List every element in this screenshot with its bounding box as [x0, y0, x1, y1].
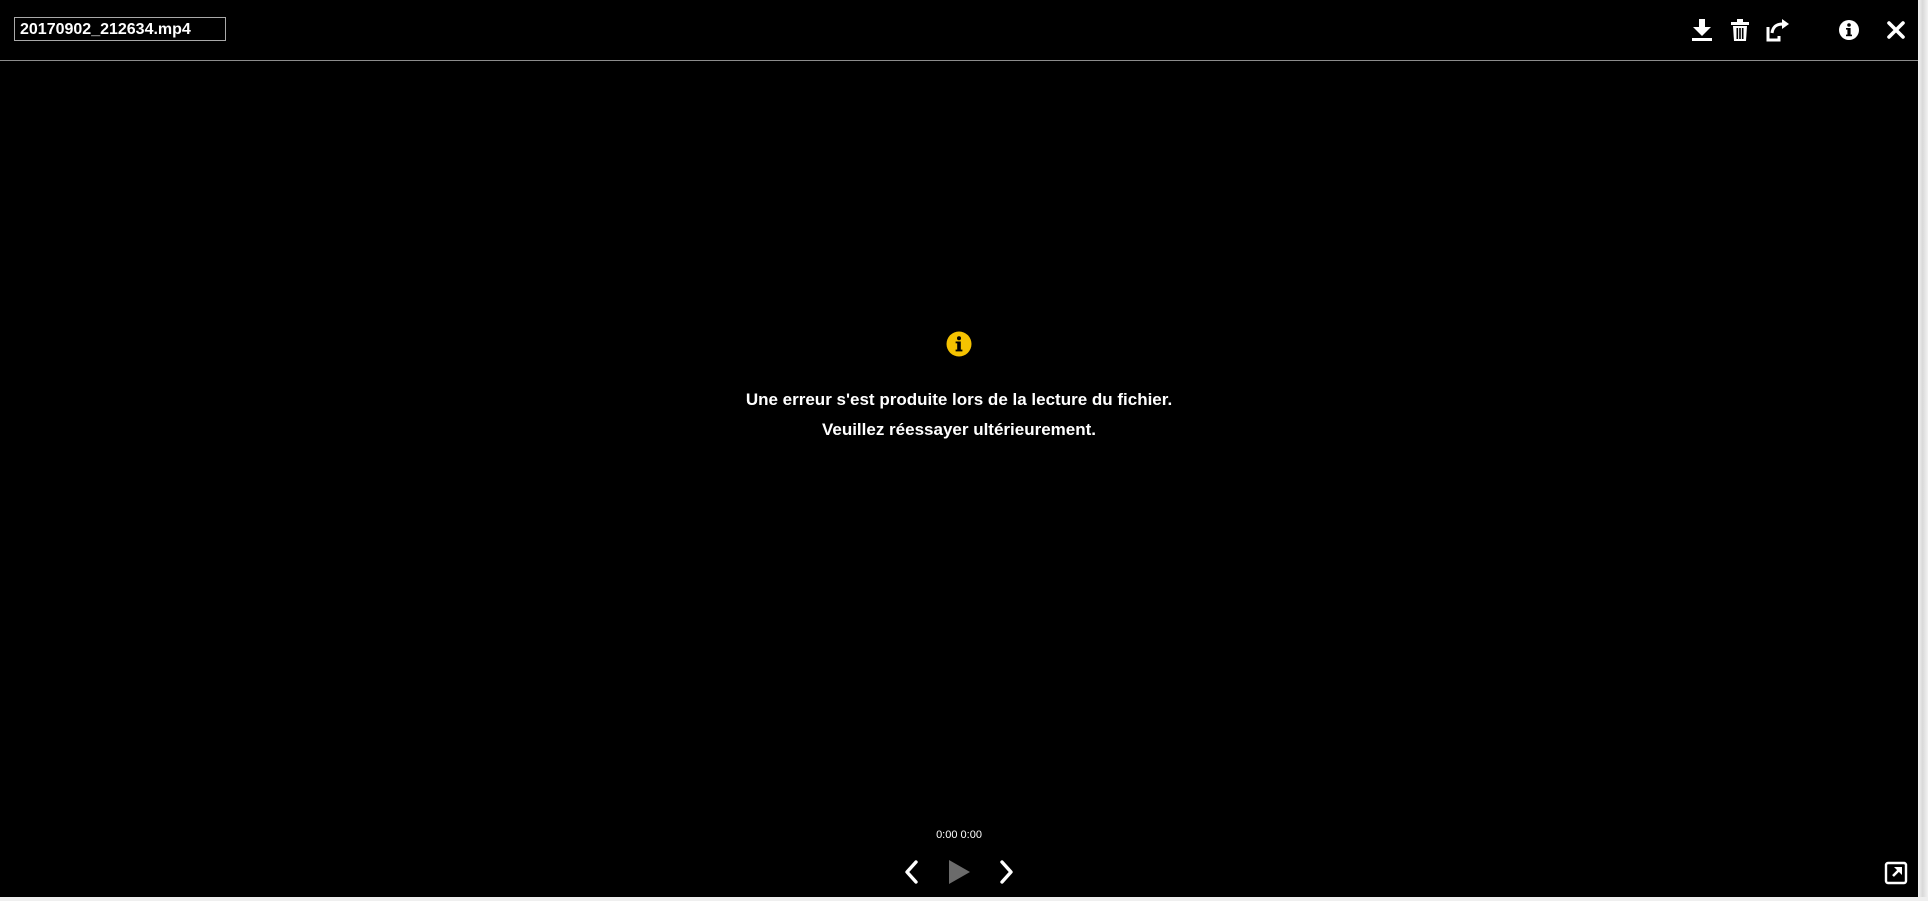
external-window-icon — [1884, 861, 1908, 885]
filename-field[interactable] — [14, 17, 226, 41]
error-line-1: Une erreur s'est produite lors de la lec… — [745, 390, 1173, 409]
play-button[interactable] — [944, 857, 974, 887]
delete-button[interactable] — [1726, 16, 1754, 44]
share-button[interactable] — [1764, 16, 1792, 44]
error-message: Une erreur s'est produite lors de la lec… — [0, 330, 1918, 445]
error-line-2: Veuillez réessayer ultérieurement. — [821, 420, 1097, 439]
close-icon — [1887, 21, 1905, 39]
page-scroll-edge — [1918, 0, 1928, 901]
share-icon — [1766, 19, 1789, 42]
download-icon — [1692, 19, 1712, 41]
info-circle-icon — [946, 331, 972, 357]
info-icon — [1839, 20, 1859, 40]
top-bar — [0, 0, 1918, 61]
previous-button[interactable] — [897, 857, 927, 887]
download-button[interactable] — [1688, 16, 1716, 44]
next-button[interactable] — [991, 857, 1021, 887]
info-button[interactable] — [1835, 16, 1863, 44]
page-bottom-edge — [0, 897, 1928, 901]
popout-button[interactable] — [1882, 859, 1910, 887]
time-display: 0:00 0:00 — [936, 829, 982, 841]
chevron-right-icon — [1000, 860, 1013, 884]
chevron-left-icon — [905, 860, 918, 884]
close-button[interactable] — [1882, 16, 1910, 44]
trash-icon — [1731, 19, 1749, 41]
play-icon — [949, 860, 970, 884]
media-viewer: Une erreur s'est produite lors de la lec… — [0, 0, 1918, 897]
